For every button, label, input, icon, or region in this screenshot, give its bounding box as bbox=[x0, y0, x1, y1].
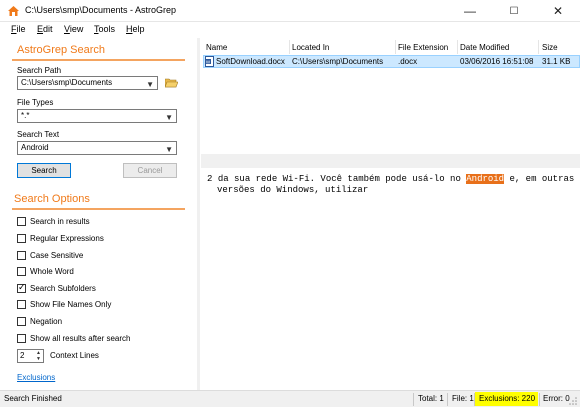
preview-line-number: 2 bbox=[207, 174, 213, 184]
search-path-label: Search Path bbox=[17, 66, 62, 75]
checkbox[interactable] bbox=[17, 316, 26, 326]
option-regular-expressions[interactable]: Regular Expressions bbox=[17, 232, 104, 244]
cell-modified: 03/06/2016 16:51:08 bbox=[460, 57, 534, 66]
match-highlight: Android bbox=[466, 174, 505, 184]
search-section-title: AstroGrep Search bbox=[17, 44, 106, 56]
title-bar: C:\Users\smp\Documents - AstroGrep — ☐ ✕ bbox=[0, 0, 580, 22]
exclusions-link[interactable]: Exclusions bbox=[17, 373, 55, 382]
search-text-label: Search Text bbox=[17, 130, 60, 139]
folder-browse-icon[interactable] bbox=[165, 78, 178, 88]
checkbox[interactable] bbox=[17, 216, 26, 226]
status-exclusions: Exclusions: 220 bbox=[479, 394, 536, 403]
status-bar: Search Finished Total: 1 File: 1 Exclusi… bbox=[0, 390, 580, 407]
checkbox-checked[interactable] bbox=[17, 282, 26, 293]
resize-grip-icon[interactable] bbox=[568, 396, 577, 405]
cell-extension: .docx bbox=[398, 57, 418, 66]
option-negation[interactable]: Negation bbox=[17, 315, 62, 327]
column-header-file-extension[interactable]: File Extension bbox=[398, 41, 448, 55]
results-list: Name Located In File Extension Date Modi… bbox=[201, 38, 580, 154]
preview-pane[interactable]: 2 da sua rede Wi-Fi. Você também pode us… bbox=[201, 168, 580, 390]
column-header-name[interactable]: Name bbox=[206, 41, 227, 55]
context-lines-label: Context Lines bbox=[50, 351, 99, 360]
menu-edit[interactable]: Edit bbox=[37, 24, 53, 34]
status-total: Total: 1 bbox=[418, 394, 444, 403]
status-file: File: 1 bbox=[452, 394, 474, 403]
search-section-divider bbox=[12, 59, 185, 61]
maximize-button[interactable]: ☐ bbox=[492, 0, 536, 22]
menu-view[interactable]: View bbox=[64, 24, 83, 34]
menu-file[interactable]: File bbox=[11, 24, 26, 34]
stepper-down-icon[interactable]: ▼ bbox=[36, 356, 41, 362]
checkbox[interactable] bbox=[17, 333, 26, 343]
cell-name: SoftDownload.docx bbox=[216, 57, 285, 66]
left-pane: AstroGrep Search Search Path C:\Users\sm… bbox=[0, 38, 197, 390]
chevron-down-icon: ▼ bbox=[165, 113, 173, 122]
options-section-title: Search Options bbox=[14, 193, 90, 205]
horizontal-splitter[interactable] bbox=[201, 154, 580, 168]
preview-line-2: versões do Windows, utilizar bbox=[217, 185, 369, 195]
astrogrep-app-icon bbox=[8, 6, 19, 16]
option-search-subfolders[interactable]: Search Subfolders bbox=[17, 282, 96, 294]
chevron-down-icon: ▼ bbox=[146, 80, 154, 89]
window-title: C:\Users\smp\Documents - AstroGrep bbox=[25, 5, 177, 15]
checkbox[interactable] bbox=[17, 250, 26, 260]
preview-line-1: 2 da sua rede Wi-Fi. Você também pode us… bbox=[207, 174, 575, 184]
column-header-located-in[interactable]: Located In bbox=[292, 41, 329, 55]
search-text-combo[interactable]: Android ▼ bbox=[17, 141, 177, 155]
menu-tools[interactable]: Tools bbox=[94, 24, 115, 34]
options-section-divider bbox=[12, 208, 185, 210]
file-types-combo[interactable]: *.* ▼ bbox=[17, 109, 177, 123]
checkbox[interactable] bbox=[17, 266, 26, 276]
checkbox[interactable] bbox=[17, 299, 26, 309]
status-error: Error: 0 bbox=[543, 394, 570, 403]
option-case-sensitive[interactable]: Case Sensitive bbox=[17, 249, 83, 261]
cell-size: 31.1 KB bbox=[542, 57, 571, 66]
status-message: Search Finished bbox=[4, 394, 62, 403]
file-types-label: File Types bbox=[17, 98, 54, 107]
close-button[interactable]: ✕ bbox=[536, 0, 580, 22]
minimize-button[interactable]: — bbox=[448, 0, 492, 22]
option-show-file-names-only[interactable]: Show File Names Only bbox=[17, 298, 111, 310]
vertical-splitter[interactable] bbox=[197, 38, 200, 390]
checkbox[interactable] bbox=[17, 233, 26, 243]
column-header-size[interactable]: Size bbox=[542, 41, 558, 55]
column-header-date-modified[interactable]: Date Modified bbox=[460, 41, 509, 55]
option-show-all-results[interactable]: Show all results after search bbox=[17, 332, 131, 344]
cell-location: C:\Users\smp\Documents bbox=[292, 57, 384, 66]
search-button[interactable]: Search bbox=[17, 163, 71, 178]
option-whole-word[interactable]: Whole Word bbox=[17, 265, 74, 277]
chevron-down-icon: ▼ bbox=[165, 145, 173, 154]
option-search-in-results[interactable]: Search in results bbox=[17, 215, 90, 227]
word-document-icon: W bbox=[205, 56, 214, 67]
search-path-combo[interactable]: C:\Users\smp\Documents ▼ bbox=[17, 76, 158, 90]
cancel-button[interactable]: Cancel bbox=[123, 163, 177, 178]
menu-bar: File Edit View Tools Help bbox=[0, 22, 580, 38]
context-lines-stepper[interactable]: 2 ▲ ▼ bbox=[17, 349, 44, 363]
menu-help[interactable]: Help bbox=[126, 24, 145, 34]
